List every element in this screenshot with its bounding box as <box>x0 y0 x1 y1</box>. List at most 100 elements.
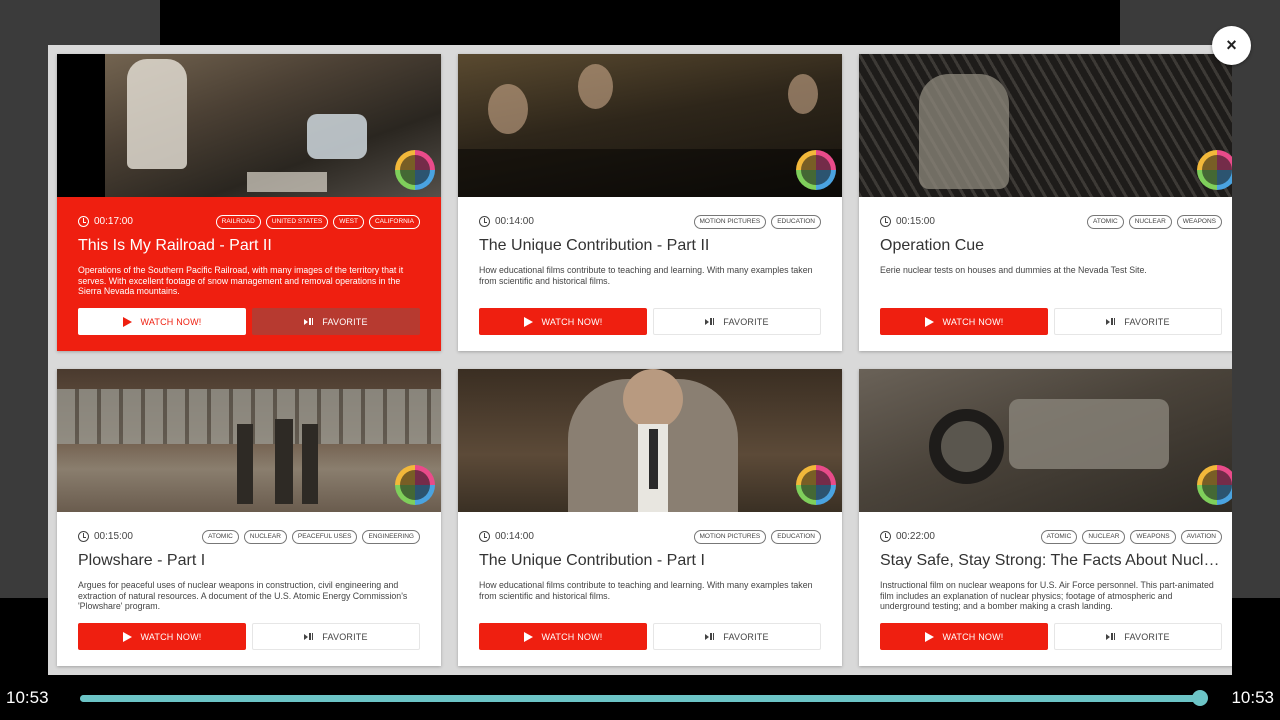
watch-now-button[interactable]: WATCH NOW! <box>880 308 1048 335</box>
channel-logo-icon <box>395 465 435 505</box>
video-duration: 00:22:00 <box>896 531 935 542</box>
tag-list: MOTION PICTURES EDUCATION <box>693 530 821 544</box>
background-video-top <box>160 0 1120 45</box>
progress-handle[interactable] <box>1192 690 1208 706</box>
video-card[interactable]: 00:22:00 ATOMIC NUCLEAR WEAPONS AVIATION… <box>859 369 1232 666</box>
video-card[interactable]: 00:15:00 ATOMIC NUCLEAR PEACEFUL USES EN… <box>57 369 441 666</box>
video-duration: 00:15:00 <box>94 531 133 542</box>
clock-icon <box>479 531 490 542</box>
tag[interactable]: RAILROAD <box>215 215 261 229</box>
tag[interactable]: NUCLEAR <box>243 530 287 544</box>
video-title: Stay Safe, Stay Strong: The Facts About … <box>880 552 1222 569</box>
play-icon <box>924 631 934 642</box>
watch-now-label: WATCH NOW! <box>942 631 1004 642</box>
video-description: Argues for peaceful uses of nuclear weap… <box>78 580 408 611</box>
tag[interactable]: WEAPONS <box>1130 530 1176 544</box>
progress-bar[interactable] <box>80 695 1200 702</box>
video-duration: 00:14:00 <box>495 531 534 542</box>
video-card[interactable]: 00:15:00 ATOMIC NUCLEAR WEAPONS Operatio… <box>859 54 1232 351</box>
video-grid-modal: 00:17:00 RAILROAD UNITED STATES WEST CAL… <box>48 45 1232 675</box>
favorite-button[interactable]: FAVORITE <box>653 623 821 650</box>
clock-icon <box>78 531 89 542</box>
favorite-label: FAVORITE <box>322 316 368 327</box>
tag[interactable]: EDUCATION <box>771 530 821 544</box>
watch-now-label: WATCH NOW! <box>942 316 1004 327</box>
tag[interactable]: ATOMIC <box>1040 530 1078 544</box>
play-pause-icon <box>304 318 314 325</box>
video-duration: 00:15:00 <box>896 216 935 227</box>
video-title: Plowshare - Part I <box>78 552 206 569</box>
tag[interactable]: MOTION PICTURES <box>693 215 767 229</box>
video-title: The Unique Contribution - Part I <box>479 552 705 569</box>
video-description: How educational films contribute to teac… <box>479 265 813 286</box>
play-pause-icon <box>304 633 314 640</box>
close-button[interactable]: × <box>1212 26 1251 65</box>
video-duration: 00:14:00 <box>495 216 534 227</box>
tag-list: ATOMIC NUCLEAR WEAPONS AVIATION <box>1040 530 1222 544</box>
watch-now-button[interactable]: WATCH NOW! <box>880 623 1048 650</box>
video-thumbnail[interactable] <box>458 54 842 197</box>
video-description: Eerie nuclear tests on houses and dummie… <box>880 265 1147 275</box>
video-thumbnail[interactable] <box>859 369 1232 512</box>
video-title: The Unique Contribution - Part II <box>479 237 710 254</box>
tag[interactable]: ENGINEERING <box>362 530 420 544</box>
clock-icon <box>880 531 891 542</box>
watch-now-button[interactable]: WATCH NOW! <box>78 308 246 335</box>
watch-now-button[interactable]: WATCH NOW! <box>479 623 647 650</box>
video-thumbnail[interactable] <box>57 369 441 512</box>
video-thumbnail[interactable] <box>458 369 842 512</box>
watch-now-label: WATCH NOW! <box>140 631 202 642</box>
video-card[interactable]: 00:14:00 MOTION PICTURES EDUCATION The U… <box>458 369 842 666</box>
watch-now-button[interactable]: WATCH NOW! <box>479 308 647 335</box>
clock-icon <box>78 216 89 227</box>
video-title: Operation Cue <box>880 237 985 254</box>
video-thumbnail[interactable] <box>57 54 441 197</box>
play-icon <box>523 316 533 327</box>
channel-logo-icon <box>395 150 435 190</box>
tag[interactable]: NUCLEAR <box>1082 530 1126 544</box>
play-pause-icon <box>705 318 715 325</box>
tag-list: ATOMIC NUCLEAR PEACEFUL USES ENGINEERING <box>202 530 420 544</box>
tag-list: ATOMIC NUCLEAR WEAPONS <box>1087 215 1222 229</box>
watch-now-label: WATCH NOW! <box>140 316 202 327</box>
video-card[interactable]: 00:14:00 MOTION PICTURES EDUCATION The U… <box>458 54 842 351</box>
video-card[interactable]: 00:17:00 RAILROAD UNITED STATES WEST CAL… <box>57 54 441 351</box>
favorite-button[interactable]: FAVORITE <box>252 308 420 335</box>
tag-list: RAILROAD UNITED STATES WEST CALIFORNIA <box>215 215 420 229</box>
video-description: How educational films contribute to teac… <box>479 580 813 601</box>
current-time: 10:53 <box>6 688 49 707</box>
watch-now-button[interactable]: WATCH NOW! <box>78 623 246 650</box>
tag[interactable]: ATOMIC <box>202 530 239 544</box>
favorite-button[interactable]: FAVORITE <box>1054 623 1222 650</box>
tag[interactable]: AVIATION <box>1180 530 1222 544</box>
tag-list: MOTION PICTURES EDUCATION <box>693 215 821 229</box>
play-icon <box>523 631 533 642</box>
tag[interactable]: WEAPONS <box>1176 215 1222 229</box>
play-icon <box>924 316 934 327</box>
tag[interactable]: UNITED STATES <box>265 215 329 229</box>
tag[interactable]: NUCLEAR <box>1128 215 1172 229</box>
tag[interactable]: CALIFORNIA <box>368 215 420 229</box>
watch-now-label: WATCH NOW! <box>541 316 603 327</box>
favorite-button[interactable]: FAVORITE <box>252 623 420 650</box>
clock-icon <box>479 216 490 227</box>
play-pause-icon <box>1106 318 1116 325</box>
tag[interactable]: PEACEFUL USES <box>291 530 358 544</box>
favorite-button[interactable]: FAVORITE <box>653 308 821 335</box>
close-icon: × <box>1226 35 1237 55</box>
tag[interactable]: MOTION PICTURES <box>693 530 767 544</box>
tag[interactable]: ATOMIC <box>1087 215 1124 229</box>
favorite-button[interactable]: FAVORITE <box>1054 308 1222 335</box>
video-thumbnail[interactable] <box>859 54 1232 197</box>
favorite-label: FAVORITE <box>723 631 769 642</box>
tag[interactable]: WEST <box>333 215 364 229</box>
channel-logo-icon <box>1197 150 1232 190</box>
favorite-label: FAVORITE <box>322 631 368 642</box>
tag[interactable]: EDUCATION <box>771 215 821 229</box>
play-icon <box>122 316 132 327</box>
channel-logo-icon <box>1197 465 1232 505</box>
video-title: This Is My Railroad - Part II <box>78 237 272 254</box>
channel-logo-icon <box>796 465 836 505</box>
favorite-label: FAVORITE <box>723 316 769 327</box>
favorite-label: FAVORITE <box>1124 631 1170 642</box>
